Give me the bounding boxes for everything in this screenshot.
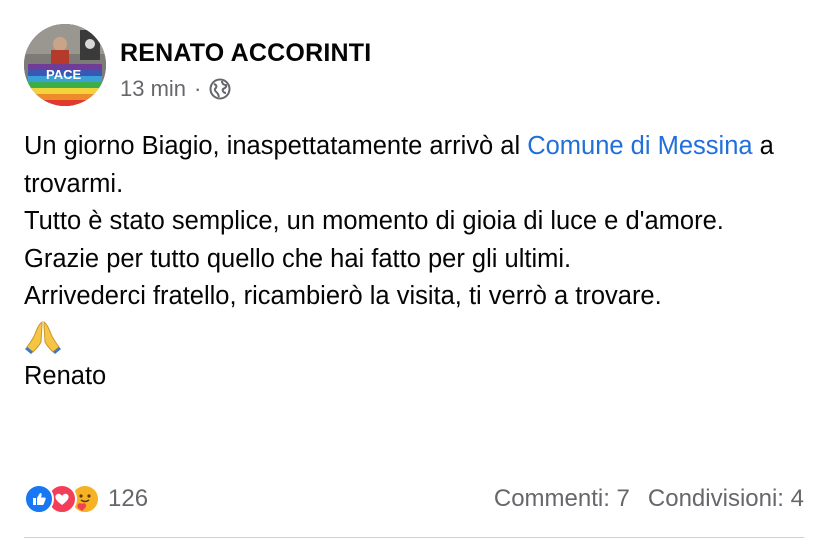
post-timestamp[interactable]: 13 min <box>120 76 186 102</box>
praying-hands-emoji: 🙏 <box>24 316 814 358</box>
post-meta: RENATO ACCORINTI 13 min · <box>120 24 371 102</box>
reaction-count: 126 <box>108 485 149 512</box>
author-name[interactable]: RENATO ACCORINTI <box>120 38 371 68</box>
comune-di-messina-link[interactable]: Comune di Messina <box>527 132 752 160</box>
footer-divider <box>24 537 804 538</box>
post-body: Un giorno Biagio, inaspettatamente arriv… <box>24 128 814 395</box>
shares-count-link[interactable]: Condivisioni: 4 <box>648 485 804 513</box>
post-header: PACE RENATO ACCORINTI 13 min · <box>24 24 371 114</box>
post-signature: Renato <box>24 361 107 390</box>
post-subline: 13 min · <box>120 76 371 102</box>
body-text-1a: Un giorno Biagio, inaspettatamente arriv… <box>24 132 528 160</box>
comments-count-link[interactable]: Commenti: 7 <box>494 485 630 513</box>
globe-icon[interactable] <box>209 78 231 100</box>
post-paragraph-2: Tutto è stato semplice, un momento di gi… <box>24 207 724 235</box>
avatar[interactable]: PACE <box>24 24 106 106</box>
facebook-post: PACE RENATO ACCORINTI 13 min · Un giorno… <box>0 0 828 542</box>
post-paragraph-4: Arrivederci fratello, ricambierò la visi… <box>24 282 662 310</box>
avatar-image: PACE <box>24 24 106 106</box>
reactions-summary[interactable]: 126 <box>24 484 148 514</box>
avatar-banner-text: PACE <box>46 67 81 82</box>
post-paragraph-1: Un giorno Biagio, inaspettatamente arriv… <box>24 128 814 203</box>
like-icon <box>24 484 54 514</box>
post-stats: Commenti: 7 Condivisioni: 4 <box>494 485 804 513</box>
post-footer: 126 Commenti: 7 Condivisioni: 4 <box>24 478 804 520</box>
separator-dot: · <box>194 76 202 101</box>
post-paragraph-3: Grazie per tutto quello che hai fatto pe… <box>24 244 572 273</box>
